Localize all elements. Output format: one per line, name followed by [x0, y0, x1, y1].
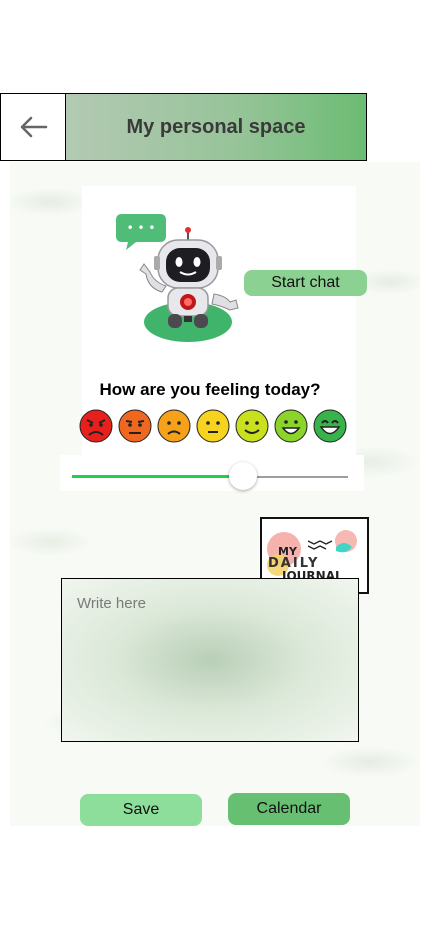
laughing-face-icon[interactable] — [313, 409, 347, 443]
annoyed-face-icon[interactable] — [118, 409, 152, 443]
title-area: My personal space — [66, 94, 366, 160]
back-button[interactable] — [1, 94, 66, 160]
start-chat-button[interactable]: Start chat — [244, 270, 367, 296]
calendar-button[interactable]: Calendar — [228, 793, 350, 825]
arrow-left-icon — [20, 116, 48, 138]
mood-emoji-row — [79, 409, 347, 443]
slider-fill — [72, 475, 244, 478]
smile-face-icon[interactable] — [235, 409, 269, 443]
speech-bubble-text: • • • — [127, 221, 156, 235]
page-title: My personal space — [126, 115, 306, 138]
mood-slider[interactable] — [72, 462, 348, 492]
header-bar: My personal space — [0, 93, 367, 161]
sad-face-icon[interactable] — [157, 409, 191, 443]
neutral-face-icon[interactable] — [196, 409, 230, 443]
robot-mascot-icon: • • • — [116, 214, 239, 342]
angry-face-icon[interactable] — [79, 409, 113, 443]
happy-face-icon[interactable] — [274, 409, 308, 443]
save-button[interactable]: Save — [80, 794, 202, 826]
slider-thumb[interactable] — [229, 462, 258, 490]
mood-question: How are you feeling today? — [99, 380, 321, 399]
journal-entry-input[interactable] — [61, 578, 359, 742]
